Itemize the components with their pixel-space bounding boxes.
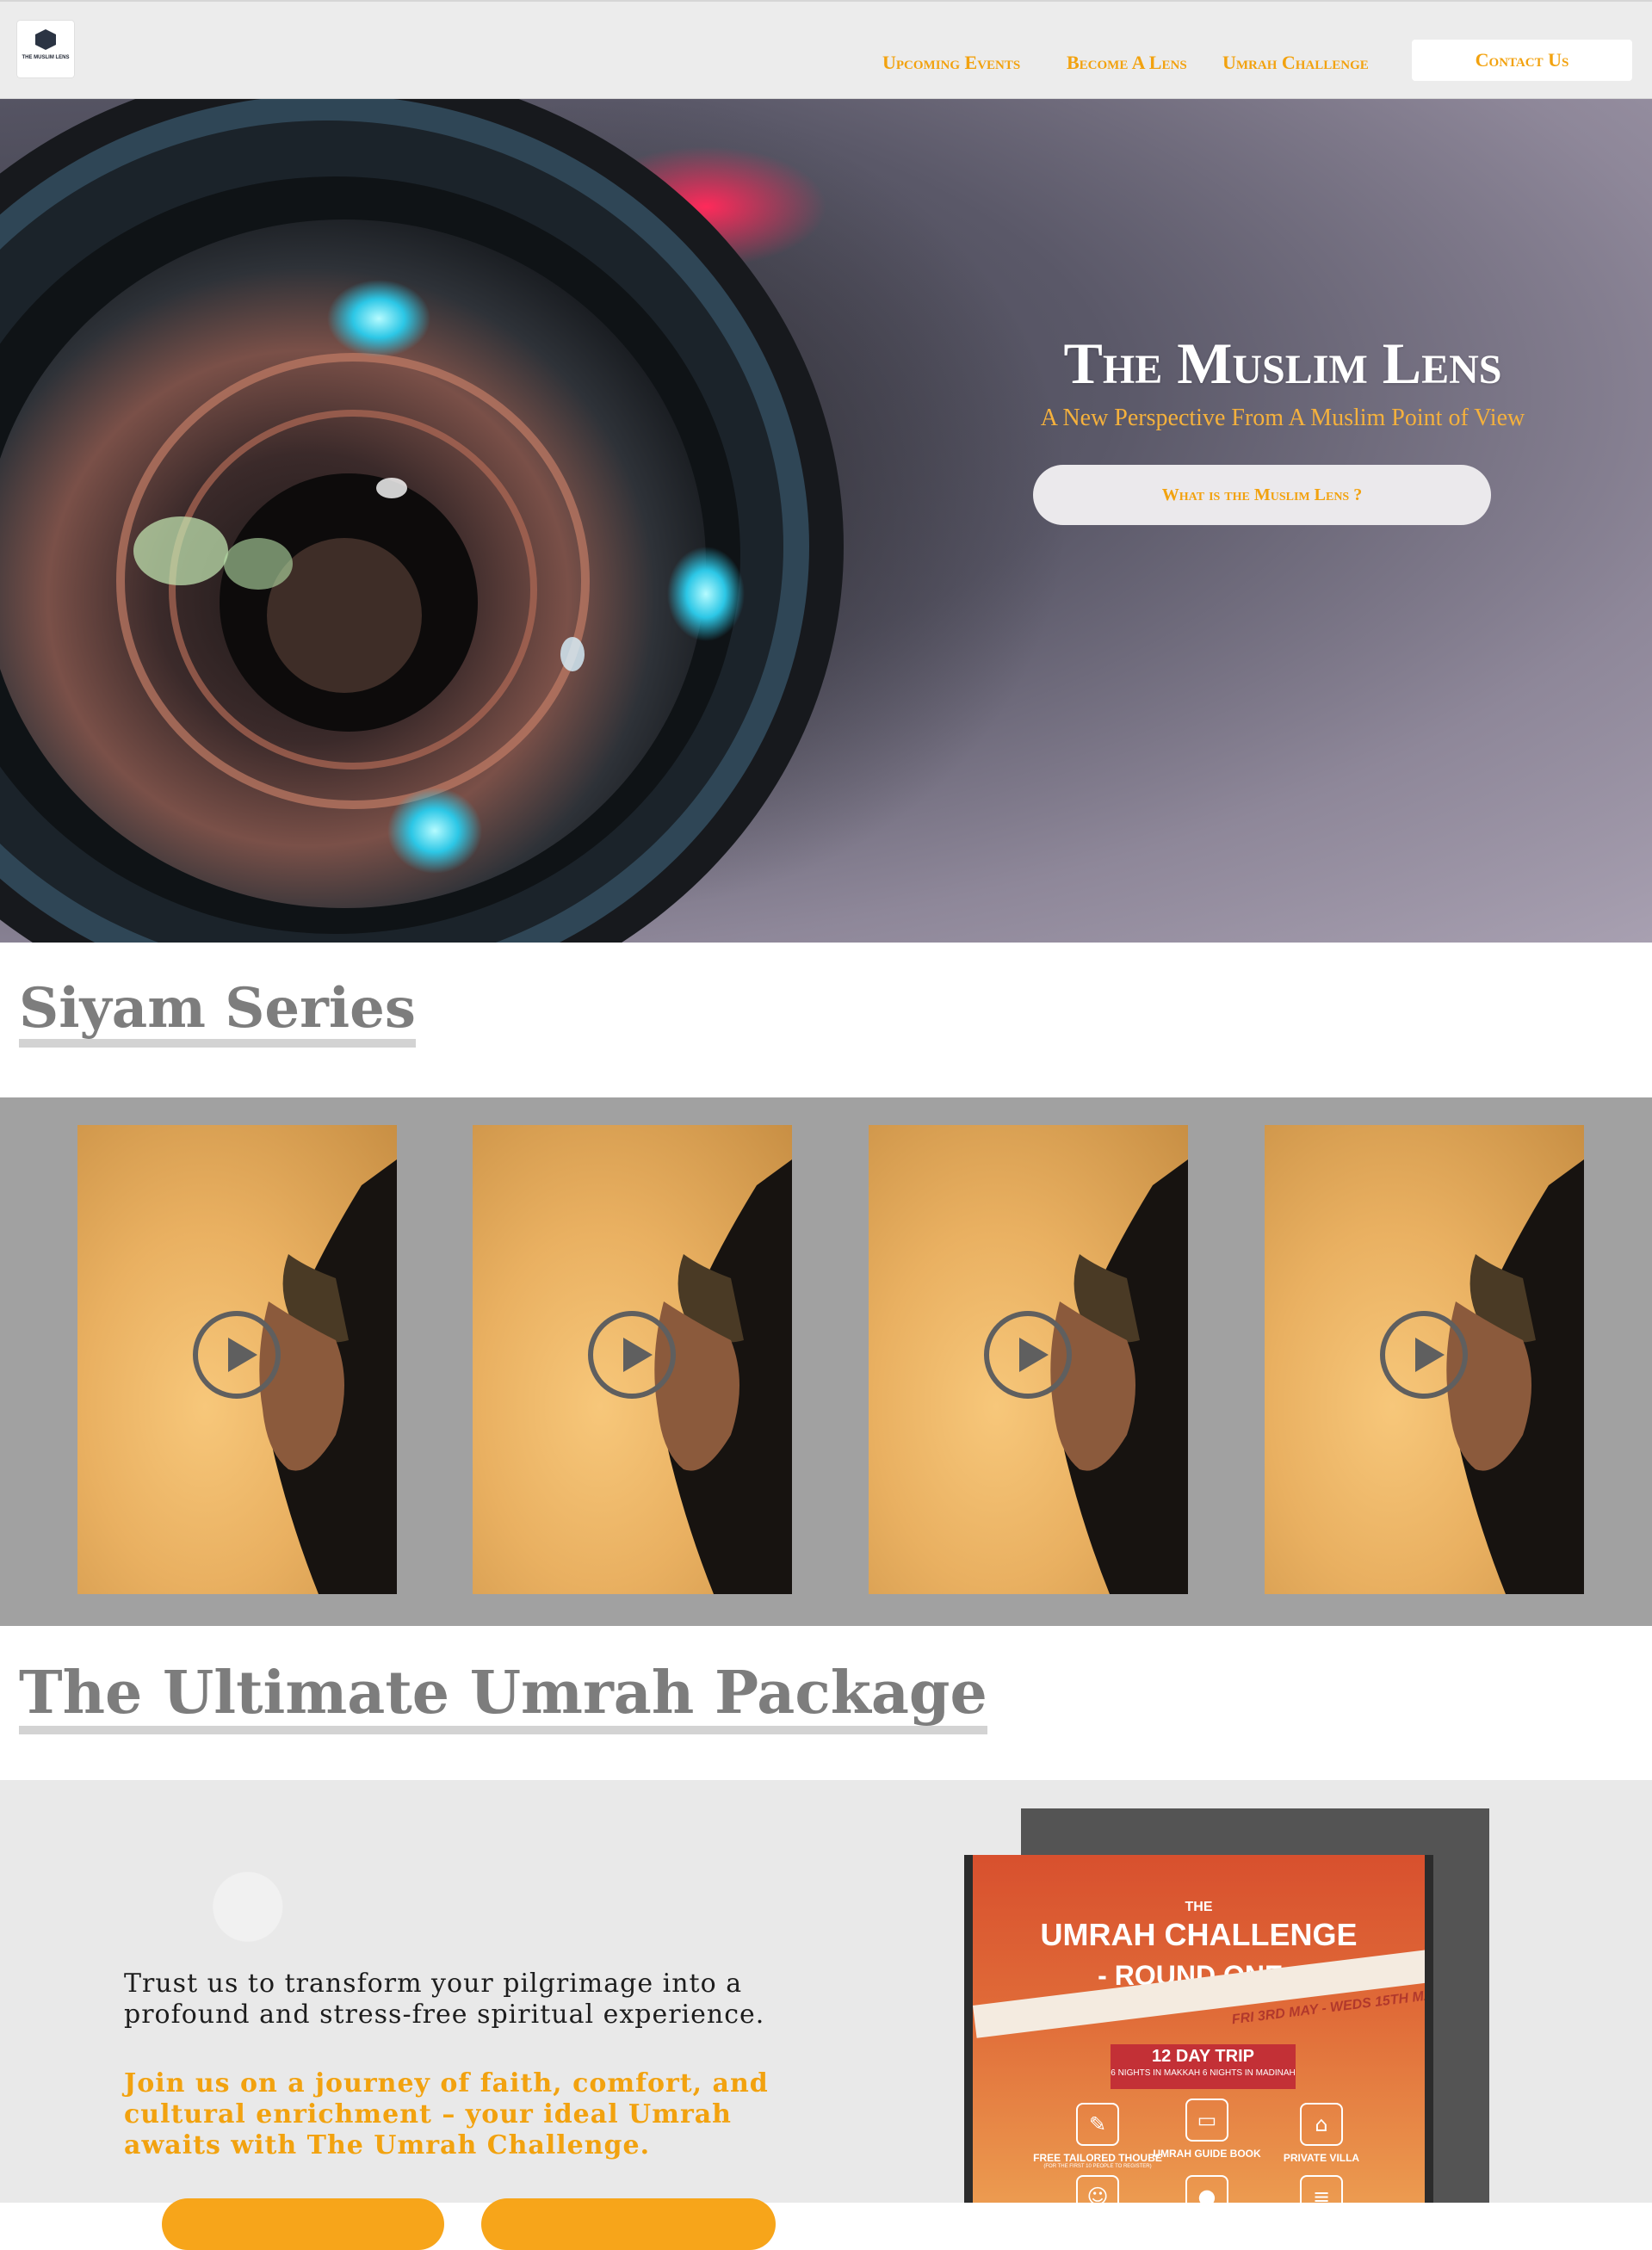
nav-umrah-challenge[interactable]: Umrah Challenge [1222, 52, 1369, 74]
video-thumbnail[interactable] [473, 1125, 792, 1594]
poster-trip-detail: 6 NIGHTS IN MAKKAH 6 NIGHTS IN MADINAH [1111, 2068, 1296, 2078]
video-gallery [0, 1097, 1652, 1626]
hero-section: The Muslim Lens A New Perspective From A… [0, 99, 1652, 943]
play-icon[interactable] [984, 1311, 1072, 1399]
location-pin-icon: ● [1185, 2175, 1228, 2203]
what-is-muslim-lens-button[interactable]: What is the Muslim Lens ? [1033, 465, 1491, 525]
site-logo[interactable]: THE MUSLIM LENS [17, 21, 74, 77]
site-header: THE MUSLIM LENS Upcoming Events Become A… [0, 0, 1652, 99]
scroll-icon: ≡ [1300, 2175, 1343, 2203]
villa-icon: ⌂ [1300, 2103, 1343, 2146]
poster-brand-main: UMRAH CHALLENGE [1040, 1917, 1358, 1952]
umrah-highlight-text: Join us on a journey of faith, comfort, … [124, 2068, 769, 2160]
logo-hexagon-icon [35, 29, 56, 50]
hero-title: The Muslim Lens [1063, 331, 1502, 396]
poster-trip-title: 12 DAY TRIP [1152, 2047, 1254, 2066]
poster-trip-box: 12 DAY TRIP 6 NIGHTS IN MAKKAH 6 NIGHTS … [1111, 2044, 1296, 2089]
nav-become-a-lens[interactable]: Become A Lens [1067, 52, 1187, 74]
video-thumbnail[interactable] [1265, 1125, 1584, 1594]
shirt-icon: ✎ [1076, 2103, 1119, 2146]
book-icon: ▭ [1185, 2099, 1228, 2142]
video-thumbnail[interactable] [77, 1125, 397, 1594]
play-icon[interactable] [588, 1311, 676, 1399]
play-icon[interactable] [1380, 1311, 1468, 1399]
umrah-intro-text: Trust us to transform your pilgrimage in… [124, 1969, 765, 2030]
contact-us-button[interactable]: Contact Us [1412, 40, 1632, 81]
logo-text: THE MUSLIM LENS [22, 55, 70, 60]
umrah-challenge-poster[interactable]: THE UMRAH CHALLENGE - ROUND ONE - FRI 3R… [964, 1855, 1433, 2203]
poster-feature-villa: PRIVATE VILLA [1283, 2152, 1360, 2164]
poster-brand: THE UMRAH CHALLENGE [973, 1894, 1425, 1952]
siyam-series-heading: Siyam Series [19, 980, 416, 1048]
umrah-primary-button[interactable] [162, 2198, 444, 2250]
umrah-package-heading: The Ultimate Umrah Package [19, 1662, 987, 1735]
video-thumbnail[interactable] [869, 1125, 1188, 1594]
play-icon[interactable] [193, 1311, 281, 1399]
umrah-secondary-button[interactable] [481, 2198, 776, 2250]
feature-note: (FOR THE FIRST 10 PEOPLE TO REGISTER) [1043, 2164, 1152, 2169]
group-icon: ☺ [1076, 2175, 1119, 2203]
nav-upcoming-events[interactable]: Upcoming Events [882, 52, 1020, 74]
hero-subtitle: A New Perspective From A Muslim Point of… [1040, 405, 1525, 431]
